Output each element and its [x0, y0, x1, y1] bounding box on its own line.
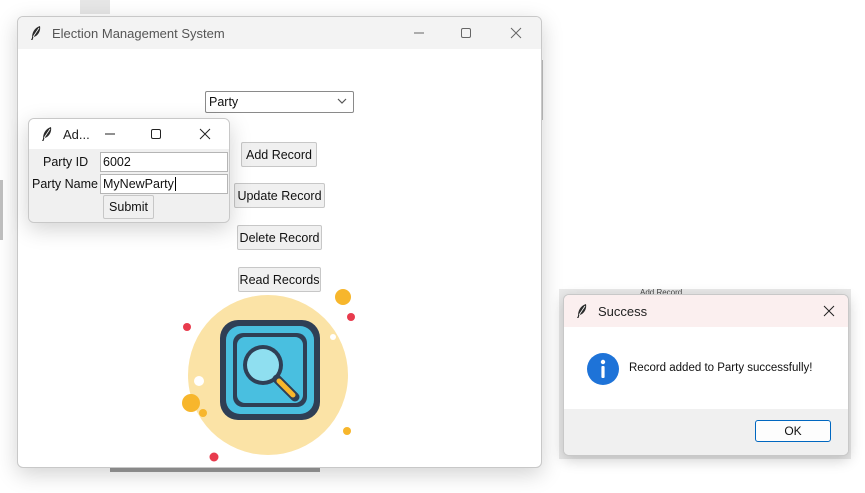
- close-button[interactable]: [493, 17, 539, 49]
- party-id-label: Party ID: [43, 155, 89, 169]
- feather-icon: [574, 303, 590, 319]
- add-record-button[interactable]: Add Record: [241, 142, 317, 167]
- minimize-button[interactable]: [87, 119, 133, 149]
- main-window: Election Management System Party Add Rec…: [17, 16, 542, 468]
- maximize-icon: [151, 129, 161, 139]
- main-window-titlebar[interactable]: Election Management System: [18, 17, 541, 49]
- party-name-value: MyNewParty: [103, 177, 174, 191]
- add-dialog-title: Ad...: [63, 126, 90, 142]
- feather-icon: [39, 126, 55, 142]
- success-dialog-title: Success: [598, 303, 648, 319]
- close-button[interactable]: [806, 295, 848, 327]
- close-button[interactable]: [182, 119, 228, 149]
- background-window-strip: [80, 0, 110, 14]
- info-icon: [587, 353, 619, 385]
- add-record-dialog: Ad... Party ID 6002 Party Name MyNewPart…: [28, 118, 230, 223]
- feather-icon: [28, 25, 44, 41]
- text-caret: [174, 177, 176, 191]
- party-name-field[interactable]: MyNewParty: [100, 174, 228, 194]
- magnifier-search-icon: [182, 289, 355, 462]
- ok-button[interactable]: OK: [755, 420, 831, 442]
- minimize-button[interactable]: [396, 17, 442, 49]
- maximize-icon: [461, 28, 471, 38]
- delete-record-button[interactable]: Delete Record: [237, 225, 322, 250]
- table-select[interactable]: Party: [205, 91, 354, 113]
- party-id-value: 6002: [103, 155, 131, 169]
- update-record-button[interactable]: Update Record: [234, 183, 325, 208]
- minimize-icon: [414, 32, 424, 34]
- party-name-label: Party Name: [32, 177, 98, 191]
- success-dialog-titlebar[interactable]: Success: [564, 295, 848, 327]
- close-icon: [823, 305, 835, 317]
- maximize-button[interactable]: [443, 17, 489, 49]
- party-id-field[interactable]: 6002: [100, 152, 228, 172]
- background-window-strip: [0, 180, 3, 240]
- chevron-down-icon: [337, 98, 347, 104]
- table-select-value: Party: [209, 95, 239, 109]
- success-message: Record added to Party successfully!: [629, 362, 813, 374]
- desktop: Election Management System Party Add Rec…: [0, 0, 865, 493]
- add-dialog-titlebar[interactable]: Ad...: [29, 119, 229, 149]
- maximize-button[interactable]: [133, 119, 179, 149]
- close-icon: [199, 128, 211, 140]
- add-dialog-body: Party ID 6002 Party Name MyNewParty Subm…: [29, 149, 229, 222]
- success-dialog: Success Record added to Party successful…: [563, 294, 849, 456]
- main-window-title: Election Management System: [52, 25, 225, 41]
- submit-button[interactable]: Submit: [103, 195, 154, 219]
- minimize-icon: [105, 133, 115, 135]
- close-icon: [510, 27, 522, 39]
